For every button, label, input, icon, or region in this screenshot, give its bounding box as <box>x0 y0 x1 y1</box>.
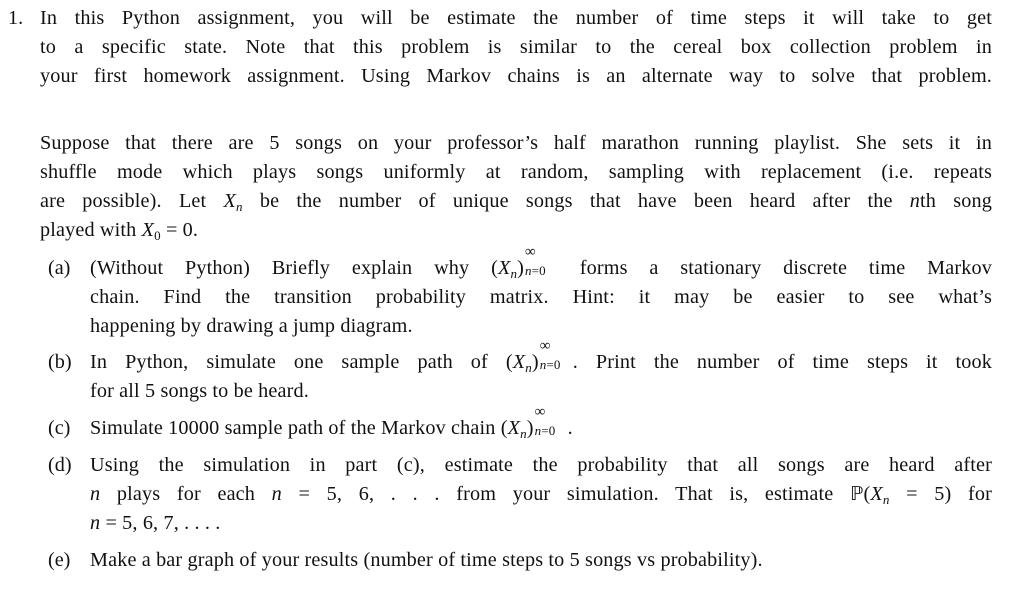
part-d-label: (d) <box>48 454 72 476</box>
math-sub-n: n <box>525 360 532 376</box>
part-d-line-2: n plays for each n = 5, 6, . . . from yo… <box>90 483 992 507</box>
setup-text: th song <box>920 190 992 212</box>
math-var-x: X <box>870 483 883 505</box>
part-d-text: = 5, 6, . . . from your simulation. That… <box>281 483 850 505</box>
math-sub-n: n <box>520 426 527 442</box>
math-var-n: n <box>271 483 282 505</box>
math-var-x: X <box>141 219 155 241</box>
math-infinity: ∞ <box>534 404 546 420</box>
part-c-text: Simulate 10000 sample path of the Markov… <box>90 417 508 440</box>
part-b-line-1: In Python, simulate one sample path of (… <box>90 338 992 376</box>
intro-line-2: to a specific state. Note that this prob… <box>40 36 992 58</box>
part-a-line-1: (Without Python) Briefly explain why (Xn… <box>90 244 992 282</box>
part-c-line-1: Simulate 10000 sample path of the Markov… <box>90 404 573 442</box>
setup-text: are possible). Let <box>40 190 224 212</box>
math-sequence-bounds: ∞ n=0 <box>534 405 568 438</box>
part-a-text: forms a stationary discrete time Markov <box>557 257 992 280</box>
math-var-n: n <box>90 483 101 505</box>
part-c-label: (c) <box>48 417 71 439</box>
setup-line-2: shuffle mode which plays songs uniformly… <box>40 161 992 183</box>
part-d-line-3: n = 5, 6, 7, . . . . <box>90 509 992 538</box>
part-c-text: . <box>567 417 573 440</box>
setup-line-4: played with X0 = 0. <box>40 216 992 245</box>
math-lower-bound: n=0 <box>524 263 546 278</box>
math-sub-n: n <box>882 492 890 507</box>
math-var-n: n <box>90 512 101 534</box>
part-a-text: (Without Python) Briefly explain why ( <box>90 257 498 280</box>
part-d-line-1: Using the simulation in part (c), estima… <box>90 454 992 476</box>
part-d-text: plays for each <box>100 483 272 505</box>
math-var-x: X <box>497 257 511 280</box>
setup-text: be the number of unique songs that have … <box>242 190 910 212</box>
math-sub-n: n <box>236 199 243 214</box>
setup-text: played with <box>40 219 142 241</box>
setup-line-1: Suppose that there are 5 songs on your p… <box>40 132 992 154</box>
part-e-label: (e) <box>48 549 71 571</box>
part-b-text: In Python, simulate one sample path of ( <box>90 351 513 374</box>
part-b-text: . Print the number of time steps it took <box>572 351 992 374</box>
part-a-line-3: happening by drawing a jump diagram. <box>90 315 413 337</box>
part-d-text: = 5, 6, 7, . . . . <box>100 512 221 534</box>
math-infinity: ∞ <box>539 338 551 354</box>
math-sub-n: n <box>510 266 518 282</box>
problem-number: 1. <box>8 7 24 29</box>
math-sequence-bounds: ∞ n=0 <box>524 245 558 278</box>
probability-symbol: ℙ <box>850 483 864 505</box>
part-e-line-1: Make a bar graph of your results (number… <box>90 549 763 571</box>
math-sub-0: 0 <box>154 228 161 243</box>
part-b-line-2: for all 5 songs to be heard. <box>90 380 309 402</box>
math-infinity: ∞ <box>524 244 536 260</box>
setup-line-3: are possible). Let Xn be the number of u… <box>40 187 992 216</box>
math-var-n: n <box>909 190 921 212</box>
part-a-line-2: chain. Find the transition probability m… <box>90 286 992 308</box>
math-var-x: X <box>507 417 521 440</box>
intro-line-3: your first homework assignment. Using Ma… <box>40 65 992 87</box>
intro-line-1: In this Python assignment, you will be e… <box>40 7 992 29</box>
math-var-x: X <box>223 190 236 212</box>
math-lower-bound: n=0 <box>534 423 556 438</box>
part-a-label: (a) <box>48 257 71 279</box>
math-sequence-bounds: ∞ n=0 <box>539 339 573 372</box>
math-lower-bound: n=0 <box>539 357 561 372</box>
part-b-label: (b) <box>48 351 72 373</box>
part-d-text: = 5) for <box>889 483 992 505</box>
document-page: 1. In this Python assignment, you will b… <box>0 0 1024 592</box>
setup-text: = 0. <box>160 219 199 241</box>
math-var-x: X <box>512 351 526 374</box>
